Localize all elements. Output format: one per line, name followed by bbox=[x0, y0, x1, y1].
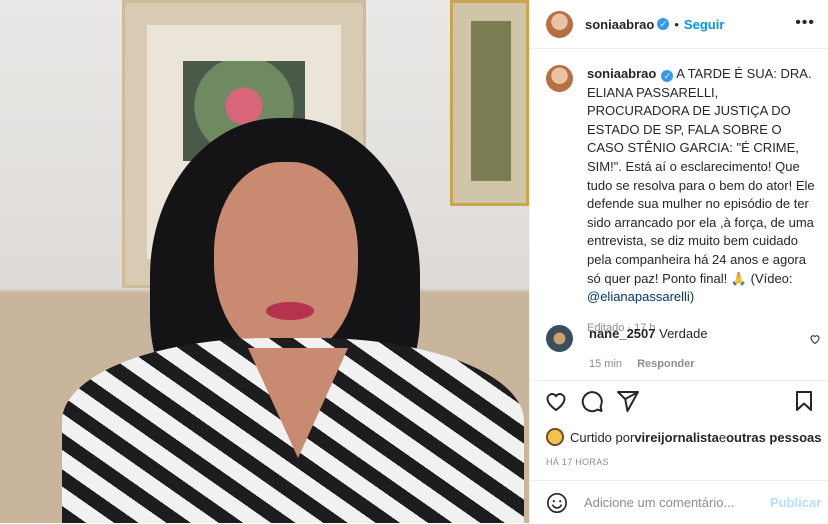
commenter-avatar[interactable] bbox=[546, 325, 573, 352]
person-lips bbox=[266, 302, 314, 320]
emoji-icon[interactable] bbox=[546, 492, 568, 514]
comment-like-heart-icon[interactable] bbox=[809, 333, 821, 345]
save-bookmark-icon[interactable] bbox=[792, 389, 816, 413]
caption-text-end: ) bbox=[689, 289, 695, 305]
post-video[interactable] bbox=[0, 0, 529, 523]
post-header: soniaabrao ✓ • Seguir ••• bbox=[530, 0, 828, 49]
wall-painting-right bbox=[450, 0, 529, 206]
verified-badge-icon: ✓ bbox=[661, 70, 674, 82]
comments-section[interactable]: soniaabrao ✓ A TARDE É SUA: DRA. ELIANA P… bbox=[530, 49, 828, 379]
caption: soniaabrao ✓ A TARDE É SUA: DRA. ELIANA P… bbox=[546, 65, 815, 337]
caption-username[interactable]: soniaabrao bbox=[587, 66, 656, 81]
comment-input[interactable] bbox=[582, 494, 762, 511]
person-face bbox=[214, 162, 358, 358]
likes-summary: Curtido por vireijornalista e outras pes… bbox=[546, 428, 821, 446]
commenter-username[interactable]: nane_2507 bbox=[589, 326, 656, 341]
author-username[interactable]: soniaabrao bbox=[585, 17, 654, 32]
follow-button[interactable]: Seguir bbox=[684, 17, 724, 32]
reply-button[interactable]: Responder bbox=[637, 358, 694, 370]
comment-item: nane_2507 Verdade 15 min Responder bbox=[546, 325, 821, 373]
other-likers-link[interactable]: outras pessoas bbox=[726, 430, 821, 445]
post-sidebar: soniaabrao ✓ • Seguir ••• soniaabrao ✓ A … bbox=[529, 0, 828, 523]
likes-middle: e bbox=[718, 429, 727, 445]
more-options-icon[interactable]: ••• bbox=[795, 14, 815, 32]
liker-avatar[interactable] bbox=[546, 428, 564, 446]
caption-mention-link[interactable]: @elianapassarelli bbox=[587, 289, 690, 304]
separator-dot: • bbox=[674, 16, 679, 32]
share-paper-plane-icon[interactable] bbox=[616, 389, 640, 413]
caption-text: A TARDE É SUA: DRA. ELIANA PASSARELLI, P… bbox=[587, 66, 815, 286]
author-avatar[interactable] bbox=[546, 10, 573, 38]
like-heart-icon[interactable] bbox=[544, 389, 568, 413]
likes-prefix: Curtido por bbox=[570, 429, 635, 445]
post-timestamp: HÁ 17 HORAS bbox=[546, 457, 609, 467]
comment-time: 15 min bbox=[589, 358, 623, 370]
comment-text: Verdade bbox=[655, 326, 708, 341]
caption-avatar[interactable] bbox=[546, 65, 573, 92]
add-comment-bar: Publicar bbox=[530, 480, 828, 524]
post-actions bbox=[530, 380, 828, 426]
verified-badge-icon: ✓ bbox=[657, 18, 670, 30]
liker-username[interactable]: vireijornalista bbox=[634, 430, 719, 445]
publish-button[interactable]: Publicar bbox=[770, 495, 821, 510]
comment-bubble-icon[interactable] bbox=[580, 389, 604, 413]
